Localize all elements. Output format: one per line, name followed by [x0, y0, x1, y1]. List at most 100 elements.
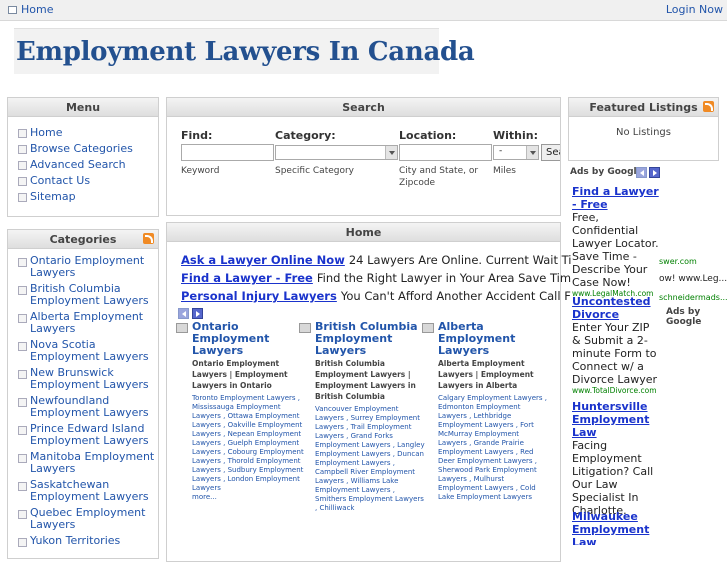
right-ad-title[interactable]: Milwaukee Employment Law [572, 510, 660, 545]
within-label: Within: [493, 129, 538, 142]
logo-text: Employment Lawyers In Canada [16, 37, 475, 67]
keyword-input[interactable] [181, 144, 274, 161]
home-category-subs[interactable]: Vancouver Employment Lawyers , Surrey Em… [315, 405, 427, 513]
menu-item-advanced-search[interactable]: Advanced Search [16, 157, 158, 173]
within-value: - [499, 146, 503, 156]
ads-next-icon[interactable] [192, 308, 203, 319]
home-category-title[interactable]: British Columbia Employment Lawyers [315, 321, 427, 357]
right-ad: Milwaukee Employment Law [572, 510, 660, 545]
category-manitoba[interactable]: Manitoba Employment Lawyers [16, 451, 158, 475]
category-saskatchewan[interactable]: Saskatchewan Employment Lawyers [16, 479, 158, 503]
category-quebec[interactable]: Quebec Employment Lawyers [16, 507, 158, 531]
right-ad-url[interactable]: www.TotalDivorce.com [572, 386, 660, 396]
chevron-down-icon [385, 146, 397, 159]
featured-title: Featured Listings [589, 101, 698, 114]
home-category-desc: Ontario Employment Lawyers | Employment … [192, 359, 288, 390]
featured-box: Featured Listings No Listings [568, 97, 719, 161]
category-newfoundland[interactable]: Newfoundland Employment Lawyers [16, 395, 158, 419]
category-ontario[interactable]: Ontario Employment Lawyers [16, 255, 158, 279]
location-input[interactable] [399, 144, 492, 161]
home-icon [8, 6, 17, 14]
ads-by-google-text: Ads by Google [570, 167, 643, 177]
categories-box: Categories Ontario Employment Lawyers Br… [7, 229, 159, 559]
home-category-subs[interactable]: Calgary Employment Lawyers , Edmonton Em… [438, 394, 550, 502]
home-category-desc: Alberta Employment Lawyers | Employment … [438, 359, 534, 390]
rss-icon[interactable] [703, 101, 714, 112]
more-link[interactable]: more... [192, 493, 304, 502]
ad-line: Personal Injury Lawyers You Can't Afford … [181, 289, 571, 303]
home-category-british-columbia: British Columbia Employment Lawyers Brit… [299, 321, 427, 513]
home-category-title[interactable]: Ontario Employment Lawyers [192, 321, 304, 357]
category-nova-scotia[interactable]: Nova Scotia Employment Lawyers [16, 339, 158, 363]
menu-item-contact-us[interactable]: Contact Us [16, 173, 158, 189]
right-ad: Uncontested Divorce Enter Your ZIP & Sub… [572, 295, 660, 396]
location-hint: City and State, or Zipcode [399, 166, 479, 188]
overflow-text: ow! www.Leg... [659, 274, 727, 284]
overflow-text: swer.com [659, 257, 697, 266]
ads-by-google-label[interactable]: Ads by Google [570, 167, 643, 177]
home-link[interactable]: Home [8, 3, 53, 16]
ads-by-google-label[interactable]: Ads by Google [666, 307, 727, 327]
category-prince-edward-island[interactable]: Prince Edward Island Employment Lawyers [16, 423, 158, 447]
rss-icon[interactable] [143, 233, 154, 244]
home-category-title[interactable]: Alberta Employment Lawyers [438, 321, 550, 357]
category-british-columbia[interactable]: British Columbia Employment Lawyers [16, 283, 158, 307]
menu-item-home[interactable]: Home [16, 125, 158, 141]
right-ad-title[interactable]: Uncontested Divorce [572, 295, 660, 321]
site-logo[interactable]: Employment Lawyers In Canada [14, 28, 475, 74]
ad-link[interactable]: Personal Injury Lawyers [181, 289, 337, 303]
folder-icon [422, 323, 434, 333]
ad-text: You Can't Afford Another Accident Call F… [340, 289, 571, 303]
category-hint: Specific Category [275, 166, 355, 176]
right-ad: Find a Lawyer - Free Free, Confidential … [572, 185, 660, 299]
home-title: Home [167, 223, 560, 242]
category-alberta[interactable]: Alberta Employment Lawyers [16, 311, 158, 335]
right-ad-title[interactable]: Huntersville Employment Law [572, 400, 660, 439]
ad-line: Ask a Lawyer Online Now 24 Lawyers Are On… [181, 253, 571, 267]
right-ads: Ads by Google Find a Lawyer - Free Free,… [569, 165, 727, 545]
ad-link[interactable]: Find a Lawyer - Free [181, 271, 313, 285]
keyword-hint: Keyword [181, 166, 220, 176]
right-ad: Huntersville Employment Law Facing Emplo… [572, 400, 660, 517]
within-hint: Miles [493, 166, 516, 176]
ads-prev-icon[interactable] [178, 308, 189, 319]
folder-icon [299, 323, 311, 333]
within-select[interactable]: - [493, 145, 539, 160]
right-ad-body: Enter Your ZIP & Submit a 2-minute Form … [572, 321, 658, 386]
ad-text: 24 Lawyers Are Online. Current Wait Time… [348, 253, 571, 267]
category-new-brunswick[interactable]: New Brunswick Employment Lawyers [16, 367, 158, 391]
right-ad-title[interactable]: Find a Lawyer - Free [572, 185, 660, 211]
ad-text: Find the Right Lawyer in Your Area Save … [316, 271, 571, 285]
category-select[interactable] [275, 145, 398, 160]
menu-title: Menu [8, 98, 158, 117]
menu-box: Menu Home Browse Categories Advanced Sea… [7, 97, 159, 217]
find-label: Find: [181, 129, 213, 142]
chevron-down-icon [526, 146, 538, 159]
top-bar: Home Login Now [0, 0, 727, 21]
search-title: Search [167, 98, 560, 117]
location-label: Location: [399, 129, 457, 142]
ad-link[interactable]: Ask a Lawyer Online Now [181, 253, 345, 267]
overflow-text: schneidermads... [659, 293, 727, 302]
home-category-subs[interactable]: Toronto Employment Lawyers , Mississauga… [192, 394, 304, 493]
featured-empty: No Listings [616, 127, 671, 138]
home-category-alberta: Alberta Employment Lawyers Alberta Emplo… [422, 321, 550, 502]
folder-icon [176, 323, 188, 333]
home-category-desc: British Columbia Employment Lawyers | Em… [315, 359, 416, 401]
menu-item-browse-categories[interactable]: Browse Categories [16, 141, 158, 157]
ad-line: Find a Lawyer - Free Find the Right Lawye… [181, 271, 571, 285]
login-link[interactable]: Login Now [666, 3, 723, 16]
ads-by-google-text: Ads by Google [666, 307, 702, 327]
search-box: Search Find: Category: Location: Within:… [166, 97, 561, 216]
menu-item-sitemap[interactable]: Sitemap [16, 189, 158, 205]
search-button[interactable]: Search [541, 144, 560, 161]
right-ad-body: Facing Employment Litigation? Call Our L… [572, 439, 654, 517]
ads-prev-icon[interactable] [636, 167, 647, 178]
home-link-label: Home [21, 3, 54, 16]
category-label: Category: [275, 129, 336, 142]
category-yukon[interactable]: Yukon Territories [16, 535, 158, 547]
categories-title: Categories [49, 233, 117, 246]
ads-next-icon[interactable] [649, 167, 660, 178]
right-ad-body: Free, Confidential Lawyer Locator. Save … [572, 211, 659, 289]
home-category-ontario: Ontario Employment Lawyers Ontario Emplo… [176, 321, 304, 502]
